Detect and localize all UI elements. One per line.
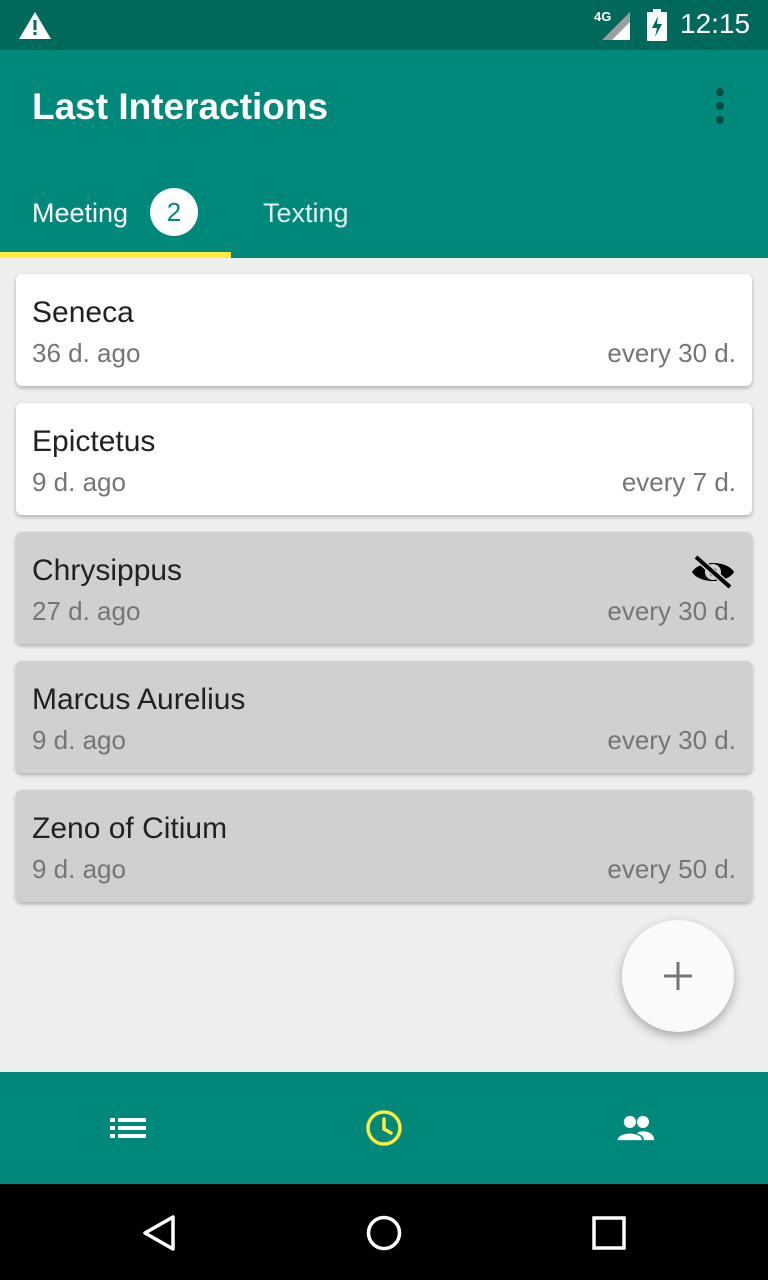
tab-meeting[interactable]: Meeting 2: [0, 180, 231, 258]
clock-icon: [366, 1110, 402, 1146]
frequency: every 30 d.: [607, 596, 736, 626]
more-vert-icon[interactable]: [704, 86, 736, 126]
nav-contacts[interactable]: [512, 1072, 768, 1184]
app-bar: Last Interactions Meeting 2 Texting: [0, 50, 768, 258]
contact-card-zeno[interactable]: Zeno of Citium 9 d. ago every 50 d.: [16, 790, 752, 902]
tab-meeting-badge: 2: [150, 188, 198, 236]
tab-selected-indicator: [0, 252, 231, 258]
last-interaction: 9 d. ago: [32, 467, 126, 497]
home-icon[interactable]: [365, 1214, 403, 1252]
frequency: every 30 d.: [607, 338, 736, 368]
contact-card-marcus-aurelius[interactable]: Marcus Aurelius 9 d. ago every 30 d.: [16, 661, 752, 773]
contact-name: Epictetus: [32, 425, 156, 458]
network-type: 4G: [594, 9, 612, 24]
contact-name: Zeno of Citium: [32, 812, 228, 845]
battery-charging-icon: [647, 9, 667, 41]
tab-texting[interactable]: Texting: [231, 180, 391, 258]
add-contact-button[interactable]: [622, 920, 734, 1032]
page-title: Last Interactions: [32, 86, 329, 127]
list-icon: [110, 1118, 146, 1138]
last-interaction: 27 d. ago: [32, 596, 141, 626]
nav-list[interactable]: [0, 1072, 256, 1184]
contact-name: Chrysippus: [32, 554, 183, 587]
tab-texting-label: Texting: [263, 198, 349, 228]
warning-icon: [19, 12, 51, 39]
people-icon: [617, 1115, 655, 1141]
bottom-navigation: [0, 1072, 768, 1184]
last-interaction: 9 d. ago: [32, 725, 126, 755]
clock-time: 12:15: [680, 8, 751, 39]
last-interaction: 36 d. ago: [32, 338, 141, 368]
last-interaction: 9 d. ago: [32, 854, 126, 884]
back-icon[interactable]: [140, 1214, 178, 1252]
frequency: every 30 d.: [607, 725, 736, 755]
system-navigation-bar: [0, 1184, 768, 1280]
frequency: every 50 d.: [607, 854, 736, 884]
add-icon: [664, 962, 692, 990]
frequency: every 7 d.: [621, 467, 736, 497]
contact-card-seneca[interactable]: Seneca 36 d. ago every 30 d.: [16, 274, 752, 386]
contact-card-chrysippus[interactable]: Chrysippus 27 d. ago every 30 d.: [16, 532, 752, 644]
status-bar: 4G 12:15: [0, 0, 768, 50]
visibility-off-icon: [692, 554, 734, 590]
recents-icon[interactable]: [590, 1214, 628, 1252]
nav-recent[interactable]: [256, 1072, 512, 1184]
contact-name: Marcus Aurelius: [32, 683, 246, 716]
contact-card-epictetus[interactable]: Epictetus 9 d. ago every 7 d.: [16, 403, 752, 515]
contact-name: Seneca: [32, 296, 134, 329]
tab-meeting-label: Meeting: [32, 198, 129, 228]
